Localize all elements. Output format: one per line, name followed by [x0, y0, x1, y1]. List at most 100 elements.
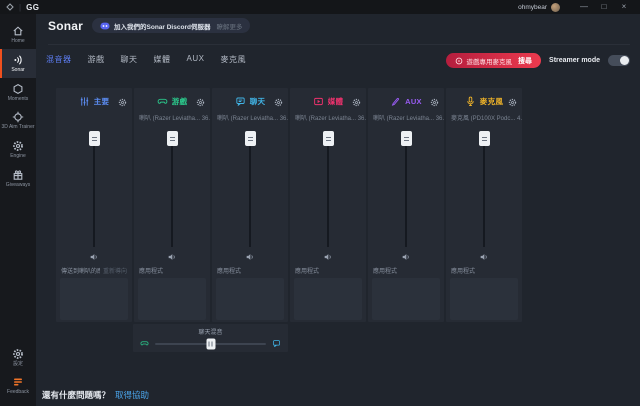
sidebar-item-settings[interactable]: 設定 [0, 343, 36, 372]
channel-mic: 麥克風 麥克風 (PD100X Podc... 4... 應用程式 [446, 88, 522, 322]
sidebar-item-moments[interactable]: Moments [0, 78, 36, 107]
volume-fader[interactable] [290, 131, 366, 262]
mic-promo-button[interactable]: 遊戲專用麥克風 搜尋 [446, 53, 542, 68]
close-button[interactable]: × [614, 0, 634, 14]
chat-mix-slider[interactable] [155, 343, 266, 345]
gift-icon [12, 169, 24, 181]
channel-settings-gear-icon[interactable] [430, 98, 439, 107]
mute-speaker-icon[interactable] [479, 252, 489, 262]
tab-game[interactable]: 游戲 [88, 54, 105, 65]
sonar-icon [12, 54, 24, 66]
page-title: Sonar [48, 19, 83, 33]
mute-speaker-icon[interactable] [167, 252, 177, 262]
gg-app-window: | GG ohmybear — □ × Home Sonar Moments [0, 0, 640, 406]
volume-fader[interactable] [212, 131, 288, 262]
channel-settings-gear-icon[interactable] [118, 98, 127, 107]
channel-main: 主要 傳送到喇叭的應用程式 重新導向 [56, 88, 132, 322]
channel-aux: AUX 喇叭 (Razer Leviatha... 36... 應用程式 [368, 88, 444, 322]
chat-bubble-icon [235, 96, 246, 107]
streamer-mode-label: Streamer mode [549, 57, 600, 64]
sidebar: Home Sonar Moments 3D Aim Trainer Engine [0, 14, 36, 406]
get-help-link[interactable]: 取得協助 [115, 389, 149, 401]
fader-handle[interactable] [323, 131, 334, 146]
gamepad-icon [157, 96, 168, 107]
apps-list-area [450, 278, 518, 320]
fader-track [405, 146, 407, 247]
header-divider [48, 44, 630, 45]
steelseries-logo-icon [6, 3, 14, 11]
chat-mix-label: 聊天混音 [133, 324, 288, 336]
reroute-link[interactable]: 重新導向 [103, 266, 127, 275]
channel-settings-gear-icon[interactable] [508, 98, 517, 107]
tab-bar: 混音器 游戲 聊天 媒體 AUX 麥克風 [46, 54, 246, 65]
sidebar-item-3d-aim-trainer[interactable]: 3D Aim Trainer [0, 106, 36, 135]
settings-gear-icon [12, 348, 24, 360]
channel-media: 媒體 喇叭 (Razer Leviatha... 36... 應用程式 [290, 88, 366, 322]
titlebar-separator: | [19, 3, 21, 12]
sidebar-item-home[interactable]: Home [0, 20, 36, 49]
channel-label: AUX [405, 97, 422, 106]
apps-list-area [294, 278, 362, 320]
fader-track [483, 146, 485, 247]
fader-track [93, 146, 95, 247]
moments-icon [12, 83, 24, 95]
sidebar-item-sonar[interactable]: Sonar [0, 49, 36, 78]
channel-device [56, 113, 132, 124]
discord-badge-link[interactable]: 瞭解更多 [216, 21, 242, 31]
apps-list-area [60, 278, 128, 320]
promo-target-icon [455, 57, 463, 65]
channel-settings-gear-icon[interactable] [274, 98, 283, 107]
fader-handle[interactable] [167, 131, 178, 146]
maximize-button[interactable]: □ [594, 0, 614, 14]
minimize-button[interactable]: — [574, 0, 594, 14]
feedback-icon [12, 376, 24, 388]
app-logo-text: GG [26, 3, 39, 12]
promo-text: 遊戲專用麥克風 [467, 56, 513, 66]
promo-cta: 搜尋 [518, 56, 532, 66]
tab-chat[interactable]: 聊天 [121, 54, 138, 65]
sidebar-item-giveaways[interactable]: Giveaways [0, 164, 36, 193]
sidebar-item-feedback[interactable]: Feedback [0, 371, 36, 400]
channel-settings-gear-icon[interactable] [352, 98, 361, 107]
apps-label: 應用程式 [295, 266, 319, 275]
discord-badge-text: 加入我們的Sonar Discord伺服器 [114, 21, 210, 31]
fader-handle[interactable] [89, 131, 100, 146]
toggle-knob [620, 56, 629, 65]
streamer-mode-toggle[interactable] [608, 55, 630, 66]
fader-handle[interactable] [401, 131, 412, 146]
fader-track [327, 146, 329, 247]
channel-settings-gear-icon[interactable] [196, 98, 205, 107]
mute-speaker-icon[interactable] [401, 252, 411, 262]
tab-media[interactable]: 媒體 [154, 54, 171, 65]
apps-label: 應用程式 [373, 266, 397, 275]
chat-mix-handle[interactable] [206, 338, 215, 349]
channel-label: 聊天 [250, 96, 266, 107]
mute-speaker-icon[interactable] [245, 252, 255, 262]
tab-aux[interactable]: AUX [187, 54, 205, 65]
fader-handle[interactable] [245, 131, 256, 146]
volume-fader[interactable] [368, 131, 444, 262]
help-question-text: 還有什麼問題嗎？ [42, 389, 110, 401]
discord-promo-badge[interactable]: 加入我們的Sonar Discord伺服器 瞭解更多 [92, 18, 250, 33]
sidebar-item-engine[interactable]: Engine [0, 135, 36, 164]
aux-pen-icon [390, 96, 401, 107]
tab-mic[interactable]: 麥克風 [220, 54, 246, 65]
volume-fader[interactable] [134, 131, 210, 262]
channel-label: 麥克風 [480, 96, 503, 107]
gamepad-icon [140, 339, 149, 348]
apps-routed-label: 傳送到喇叭的應用程式 [61, 266, 100, 275]
volume-fader[interactable] [56, 131, 132, 262]
mute-speaker-icon[interactable] [89, 252, 99, 262]
channel-device: 喇叭 (Razer Leviatha... 36... [212, 113, 288, 124]
apps-label: 應用程式 [217, 266, 241, 275]
username[interactable]: ohmybear [518, 4, 547, 11]
channel-game: 游戲 喇叭 (Razer Leviatha... 36... 應用程式 [134, 88, 210, 322]
volume-fader[interactable] [446, 131, 522, 262]
faders-icon [79, 96, 90, 107]
fader-handle[interactable] [479, 131, 490, 146]
home-icon [12, 25, 24, 37]
apps-list-area [216, 278, 284, 320]
tab-mixer[interactable]: 混音器 [46, 54, 72, 65]
avatar[interactable] [551, 3, 560, 12]
mute-speaker-icon[interactable] [323, 252, 333, 262]
